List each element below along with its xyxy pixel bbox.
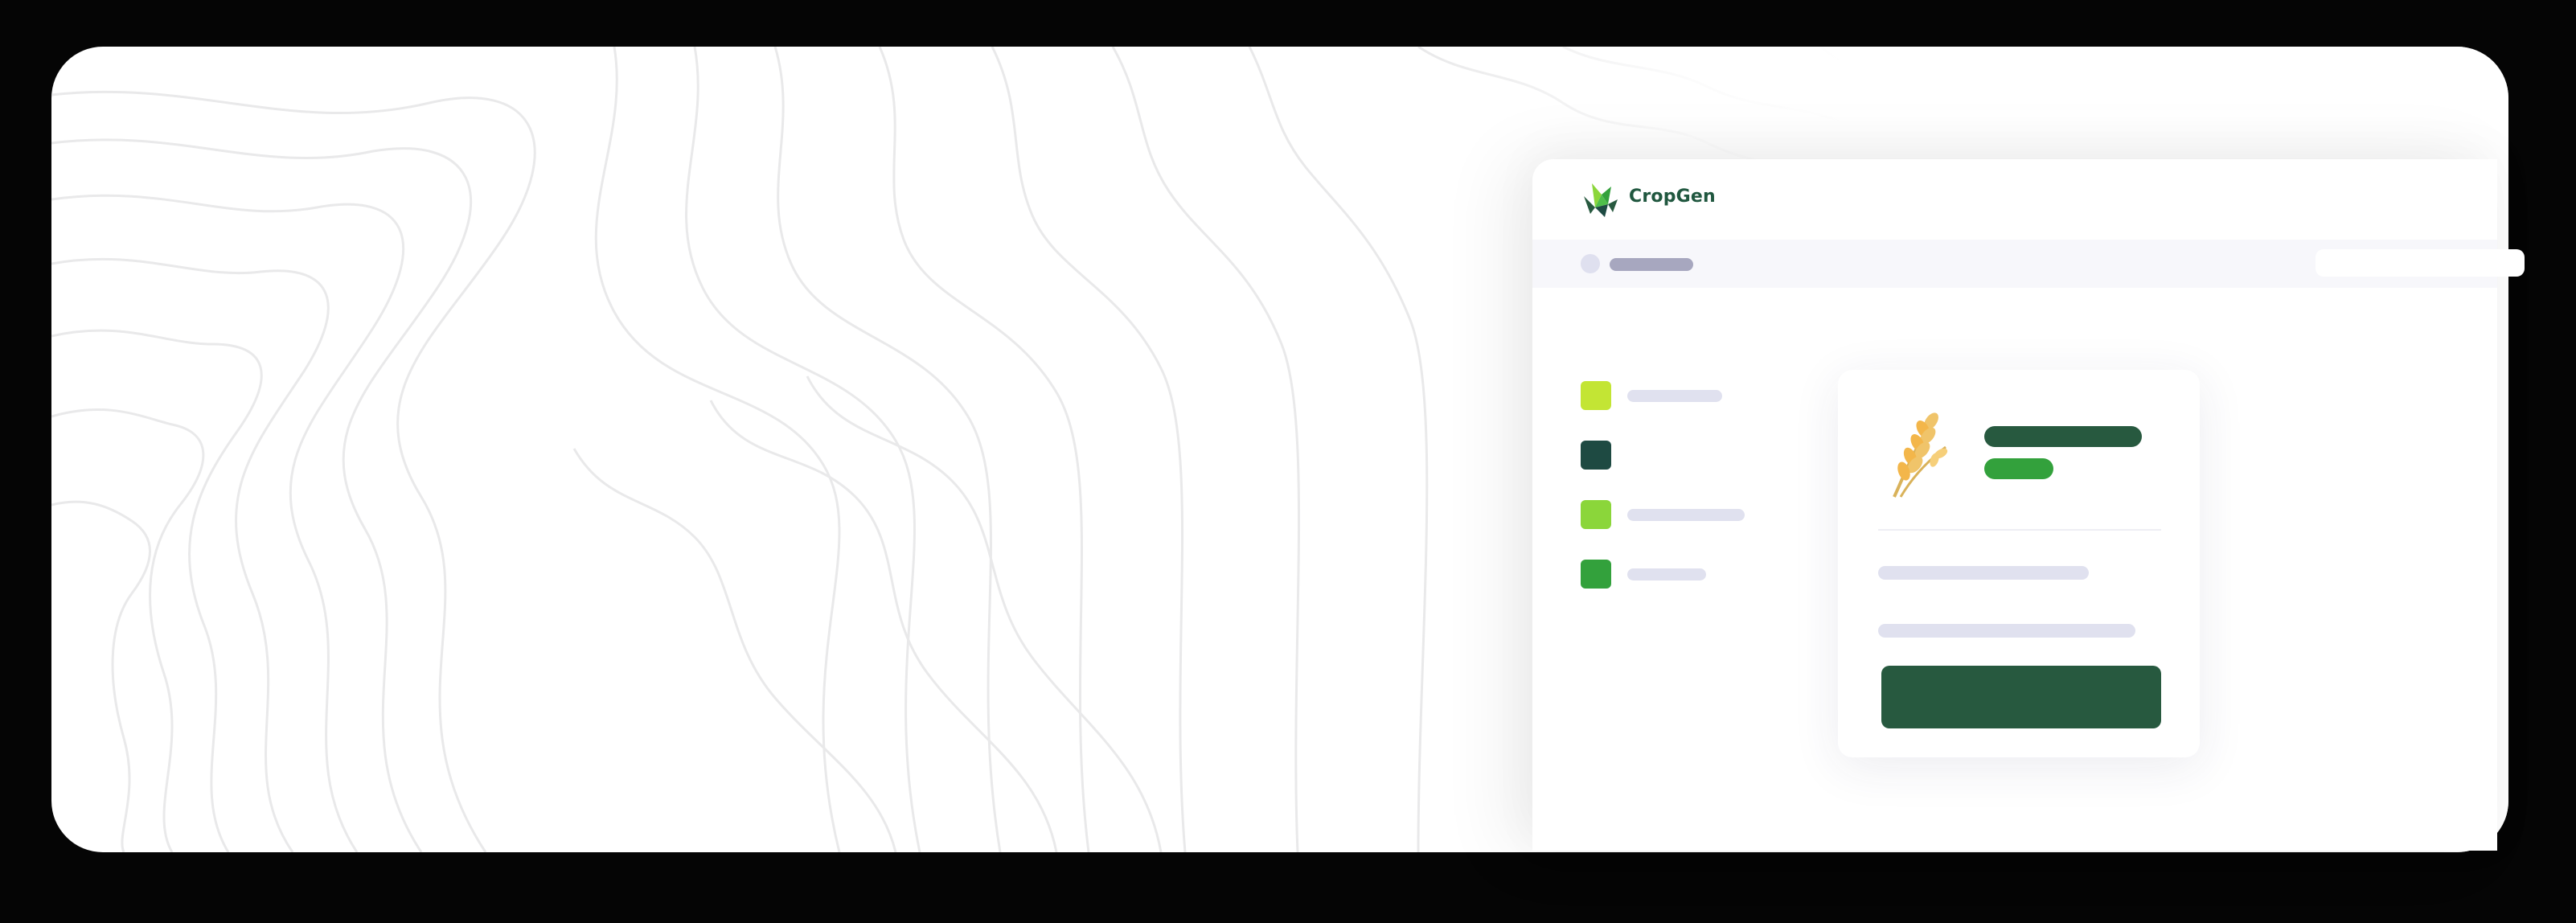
brand-name: CropGen — [1629, 187, 1716, 207]
card-divider — [1878, 529, 2161, 531]
app-window-preview: CropGen — [1532, 159, 2525, 851]
toolbar-search-field[interactable] — [2316, 249, 2525, 277]
nav-item-label-placeholder — [1627, 568, 1706, 580]
toolbar-avatar-placeholder — [1581, 254, 1600, 273]
card-action-button[interactable] — [1881, 666, 2161, 728]
app-header: CropGen — [1532, 159, 2497, 240]
crop-name-placeholder — [1984, 426, 2142, 447]
wheat-icon — [1893, 412, 1948, 498]
nav-item-icon — [1581, 441, 1611, 470]
crop-card — [1838, 370, 2200, 757]
cropgen-leaf-logo-icon — [1584, 183, 1618, 217]
card-text-line-placeholder — [1878, 566, 2089, 580]
nav-item-label-placeholder — [1627, 390, 1722, 402]
toolbar-title-placeholder — [1610, 258, 1693, 271]
toolbar — [1532, 240, 2525, 288]
nav-item-icon — [1581, 560, 1611, 589]
nav-item-icon — [1581, 381, 1611, 410]
nav-item-icon — [1581, 500, 1611, 529]
crop-status-badge-placeholder — [1984, 458, 2053, 479]
nav-item-label-placeholder — [1627, 509, 1745, 521]
card-text-line-placeholder — [1878, 624, 2135, 638]
